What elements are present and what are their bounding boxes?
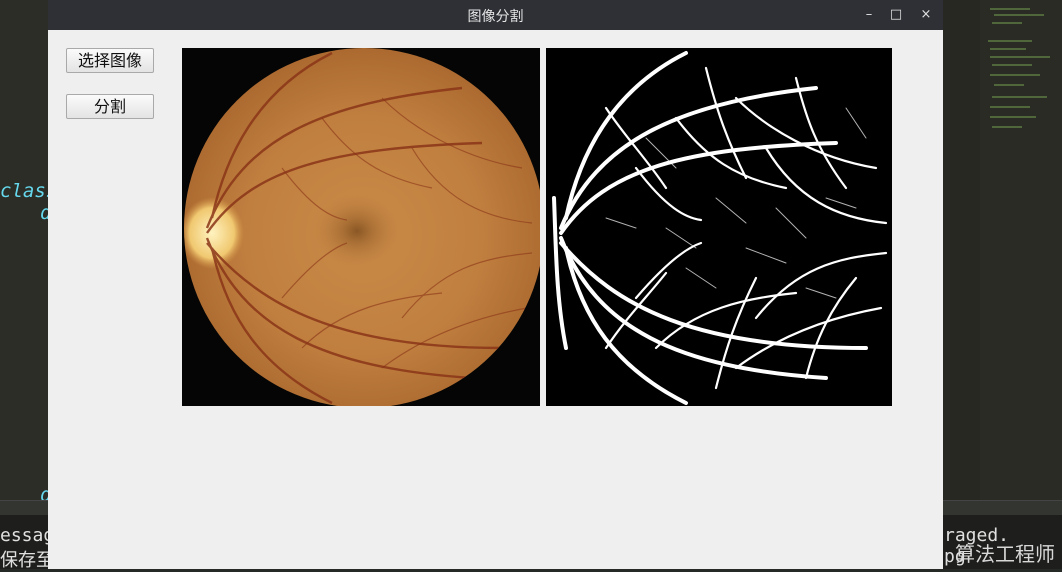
select-image-button[interactable]: 选择图像: [66, 48, 154, 73]
window-title: 图像分割: [467, 9, 524, 25]
maximize-button[interactable]: □: [886, 5, 906, 25]
watermark: 算法工程师: [955, 542, 1055, 566]
segment-button[interactable]: 分割: [66, 94, 154, 119]
title-bar[interactable]: 图像分割 – □ ×: [48, 0, 943, 30]
retina-fundus-photo: [182, 48, 540, 406]
segmented-image: [546, 48, 892, 406]
original-image: [182, 48, 540, 406]
ide-minimap[interactable]: [980, 0, 1062, 500]
minimize-button[interactable]: –: [859, 5, 879, 25]
console-line: essag: [0, 525, 55, 546]
ide-editor-gutter: [0, 0, 48, 500]
console-line: 保存至: [0, 550, 54, 571]
vessel-segmentation-mask: [546, 48, 892, 406]
close-button[interactable]: ×: [916, 5, 936, 25]
app-window: 图像分割 – □ × 选择图像 分割: [48, 0, 943, 569]
